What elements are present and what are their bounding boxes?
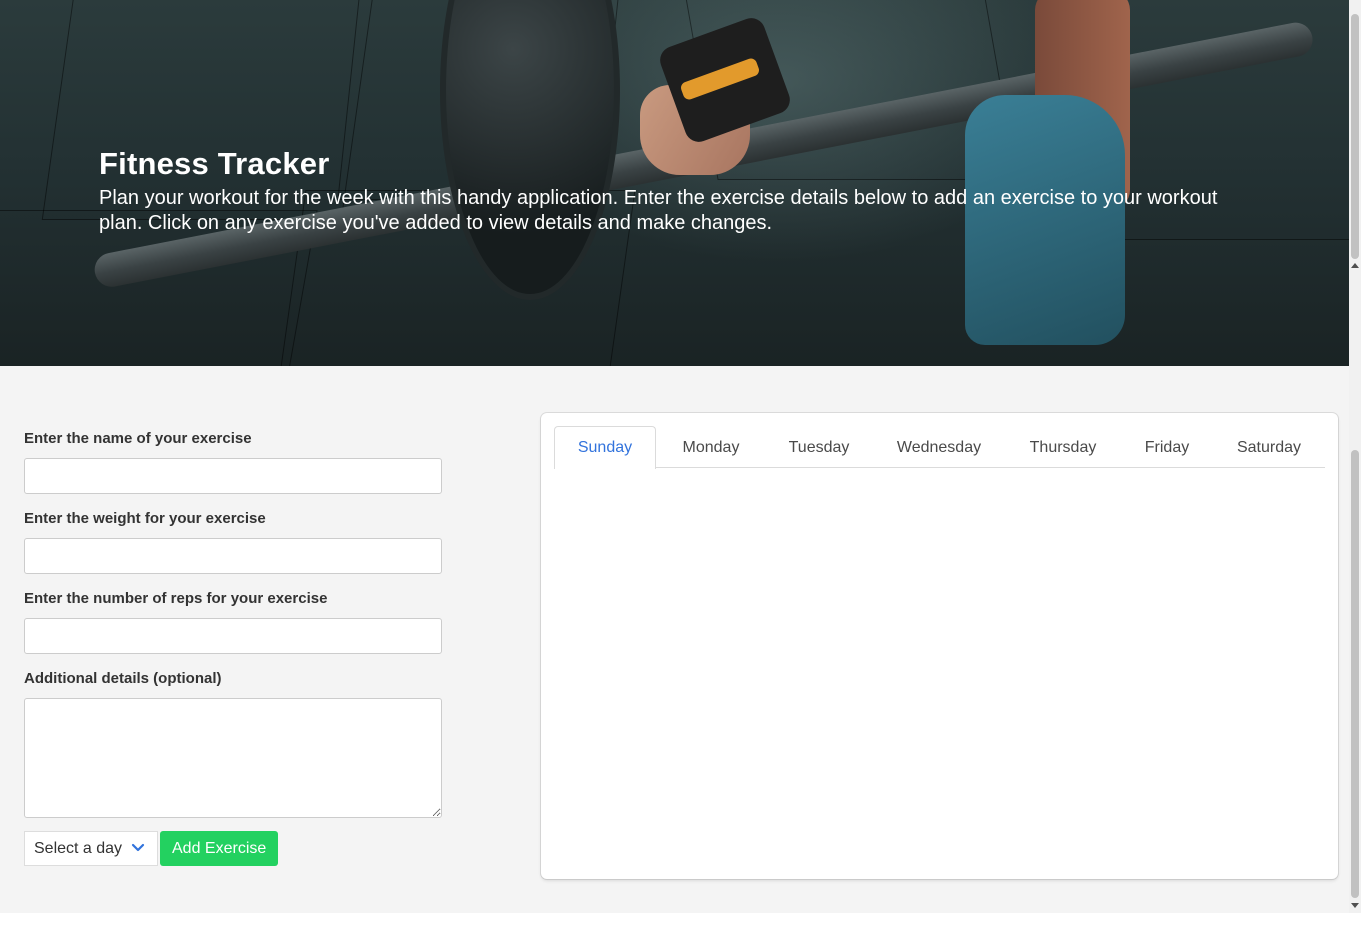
tab-monday[interactable]: Monday (656, 426, 766, 468)
day-select-value: Select a day (34, 839, 123, 857)
page-description: Plan your workout for the week with this… (99, 187, 1218, 234)
tab-wednesday[interactable]: Wednesday (872, 426, 1006, 468)
exercise-weight-input[interactable] (24, 538, 442, 574)
form-actions: Select a day Add Exercise (24, 831, 279, 866)
exercise-name-input[interactable] (24, 458, 442, 494)
tab-sunday[interactable]: Sunday (554, 426, 656, 469)
exercise-reps-input[interactable] (24, 618, 442, 654)
scroll-up-icon[interactable] (1351, 263, 1359, 268)
additional-details-textarea[interactable] (24, 698, 442, 818)
tab-friday[interactable]: Friday (1120, 426, 1214, 468)
exercise-weight-label: Enter the weight for your exercise (24, 510, 266, 527)
exercise-form: Enter the name of your exercise Enter th… (24, 429, 442, 818)
scrollbar-thumb[interactable] (1351, 14, 1359, 259)
page-scrollbar[interactable] (1349, 0, 1361, 913)
day-tabs: Sunday Monday Tuesday Wednesday Thursday… (554, 426, 1325, 469)
hero-banner: Fitness Tracker Plan your workout for th… (0, 0, 1349, 366)
exercise-name-label: Enter the name of your exercise (24, 430, 252, 447)
page-title: Fitness Tracker (99, 146, 330, 181)
scroll-down-icon[interactable] (1351, 903, 1359, 908)
exercise-reps-label: Enter the number of reps for your exerci… (24, 590, 328, 607)
day-select[interactable]: Select a day (24, 831, 158, 866)
main-content: Enter the name of your exercise Enter th… (0, 366, 1349, 913)
exercise-list (554, 469, 1325, 865)
chevron-down-icon (131, 843, 145, 852)
weekly-plan-card: Sunday Monday Tuesday Wednesday Thursday… (541, 413, 1338, 879)
tab-tuesday[interactable]: Tuesday (766, 426, 872, 468)
tab-thursday[interactable]: Thursday (1006, 426, 1120, 468)
scrollbar-thumb-lower[interactable] (1351, 450, 1359, 898)
additional-details-label: Additional details (optional) (24, 670, 222, 687)
add-exercise-button[interactable]: Add Exercise (160, 831, 279, 866)
tab-saturday[interactable]: Saturday (1214, 426, 1324, 468)
